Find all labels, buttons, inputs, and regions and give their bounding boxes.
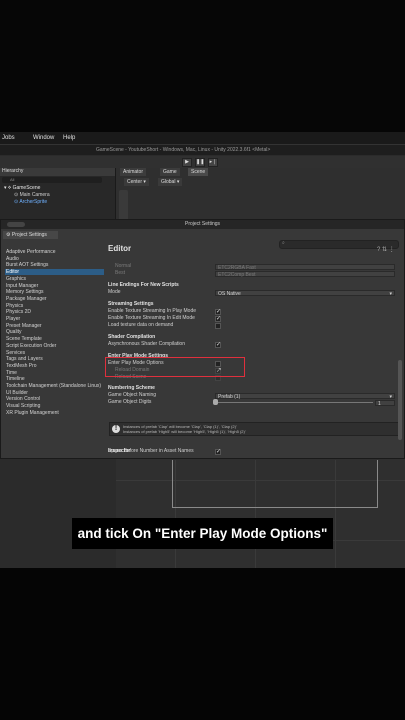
settings-category-item[interactable]: Visual Scripting	[5, 403, 104, 409]
settings-category-item[interactable]: Player	[5, 316, 104, 322]
hierarchy-panel: Hierarchy All ▾ ⟡ GameScene ⊙ Main Camer…	[0, 168, 116, 220]
settings-category-item[interactable]: Burst AOT Settings	[5, 262, 104, 268]
pivot-center-dropdown[interactable]: Center ▾	[124, 178, 149, 186]
tab-scene[interactable]: Scene	[188, 168, 209, 176]
pause-button[interactable]: ❚❚	[195, 158, 205, 167]
chevron-down-icon: ▾	[389, 291, 392, 297]
info-icon: !	[112, 425, 120, 433]
hierarchy-search[interactable]: All	[2, 177, 102, 183]
digits-field[interactable]: 1	[375, 400, 395, 407]
hierarchy-item-camera[interactable]: ⊙ Main Camera	[14, 192, 50, 198]
tab-animator[interactable]: Animator	[120, 168, 147, 176]
streaming-edit-checkbox[interactable]: ✓	[215, 316, 221, 322]
project-settings-tab[interactable]: ⚙ Project Settings	[3, 231, 58, 239]
settings-category-item[interactable]: Package Manager	[5, 296, 104, 302]
numbering-info-box: ! Instances of prefab 'Clap' will become…	[109, 422, 401, 436]
settings-category-item[interactable]: Input Manager	[5, 283, 104, 289]
settings-category-item[interactable]: Version Control	[5, 396, 104, 402]
settings-category-item[interactable]: Physics 2D	[5, 309, 104, 315]
settings-category-item[interactable]: TextMesh Pro	[5, 363, 104, 369]
settings-scrollbar[interactable]	[398, 360, 402, 440]
settings-category-item[interactable]: Editor	[5, 269, 104, 276]
camera-bounds-frame	[172, 460, 378, 508]
naming-label: Game Object Naming	[108, 392, 157, 398]
window-controls[interactable]	[7, 222, 25, 227]
settings-category-item[interactable]: Graphics	[5, 276, 104, 282]
settings-category-item[interactable]: Audio	[5, 256, 104, 262]
menu-help[interactable]: Help	[63, 135, 75, 141]
settings-category-item[interactable]: XR Plugin Management	[5, 410, 104, 416]
load-texture-checkbox[interactable]	[215, 323, 221, 329]
menu-bar: Jobs Window Help	[0, 132, 405, 145]
load-texture-label: Load texture data on demand	[108, 322, 174, 328]
settings-category-item[interactable]: Memory Settings	[5, 289, 104, 295]
settings-category-item[interactable]: Scene Template	[5, 336, 104, 342]
tab-game[interactable]: Game	[160, 168, 180, 176]
hierarchy-item-archer[interactable]: ⊙ ArcherSprite	[14, 199, 47, 205]
menu-window[interactable]: Window	[33, 135, 54, 141]
settings-icons[interactable]: ? ⇅ ⋮	[377, 246, 395, 253]
settings-category-item[interactable]: UI Builder	[5, 390, 104, 396]
window-titlebar: GameScene - YoutubeShort - Windows, Mac,…	[0, 145, 405, 155]
mode-dropdown[interactable]: OS Native ▾	[215, 290, 395, 297]
caption-text: and tick On "Enter Play Mode Options"	[71, 518, 334, 549]
info-line-2: Instances of prefab 'High5' will become …	[123, 429, 246, 434]
play-toolbar: ▶ ❚❚ ▸❘	[0, 156, 405, 168]
normal-label: Normal	[115, 263, 132, 269]
video-caption: and tick On "Enter Play Mode Options"	[0, 518, 405, 552]
page-title: Editor	[108, 244, 132, 253]
streaming-play-label: Enable Texture Streaming In Play Mode	[108, 308, 197, 314]
settings-category-item[interactable]: Quality	[5, 329, 104, 335]
settings-category-item[interactable]: Time	[5, 370, 104, 376]
project-settings-window: Project Settings ⚙ Project Settings ⌕ Ad…	[0, 219, 405, 459]
settings-category-item[interactable]: Timeline	[5, 376, 104, 382]
blurred-top-area	[0, 0, 405, 132]
play-button[interactable]: ▶	[182, 158, 192, 167]
line-endings-header: Line Endings For New Scripts	[108, 282, 179, 288]
settings-category-item[interactable]: Physics	[5, 303, 104, 309]
settings-category-item[interactable]: Toolchain Management (Standalone Linux)	[5, 383, 104, 389]
settings-category-item[interactable]: Preset Manager	[5, 323, 104, 329]
async-shader-checkbox[interactable]: ✓	[215, 342, 221, 348]
global-dropdown[interactable]: Global ▾	[158, 178, 183, 186]
project-settings-title: Project Settings	[1, 220, 404, 229]
highlight-box	[105, 357, 245, 377]
streaming-edit-label: Enable Texture Streaming In Edit Mode	[108, 315, 195, 321]
window-title: GameScene - YoutubeShort - Windows, Mac,…	[96, 147, 271, 153]
digits-slider-handle[interactable]	[213, 399, 218, 405]
best-dropdown[interactable]: ETC2Comp Best	[215, 271, 395, 278]
settings-category-item[interactable]: Adaptive Performance	[5, 249, 104, 255]
normal-dropdown[interactable]: ETC2RGBA Fast	[215, 264, 395, 271]
step-button[interactable]: ▸❘	[208, 158, 218, 167]
hierarchy-tab[interactable]: Hierarchy	[0, 168, 115, 176]
streaming-play-checkbox[interactable]: ✓	[215, 309, 221, 315]
naming-dropdown[interactable]: Prefab (1) ▾	[215, 393, 395, 400]
shader-header: Shader Compilation	[108, 334, 156, 340]
settings-category-item[interactable]: Services	[5, 350, 104, 356]
settings-category-item[interactable]: Tags and Layers	[5, 356, 104, 362]
menu-jobs[interactable]: Jobs	[2, 135, 15, 141]
streaming-header: Streaming Settings	[108, 301, 154, 307]
digits-label: Game Object Digits	[108, 399, 152, 405]
settings-category-list: Adaptive Performance Audio Burst AOT Setti…	[3, 249, 104, 453]
inspector-header: Inspector	[108, 448, 131, 454]
hierarchy-item-scene[interactable]: ▾ ⟡ GameScene	[4, 185, 40, 191]
async-shader-label: Asynchronous Shader Compilation	[108, 341, 185, 347]
blurred-bottom-area	[0, 568, 405, 720]
space-before-number-checkbox[interactable]: ✓	[215, 449, 221, 455]
best-label: Best	[115, 270, 126, 276]
mode-label: Mode	[108, 289, 121, 295]
numbering-header: Numbering Scheme	[108, 385, 155, 391]
digits-slider-track[interactable]	[215, 402, 373, 403]
settings-category-item[interactable]: Script Execution Order	[5, 343, 104, 349]
